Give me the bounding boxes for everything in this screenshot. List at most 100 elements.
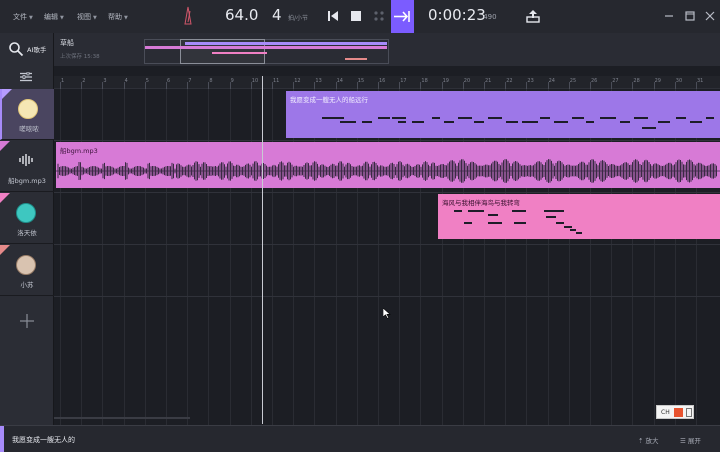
ruler-label: 15 — [357, 78, 365, 84]
ruler-label: 8 — [209, 78, 213, 84]
track-head-3[interactable]: 洛天依 — [0, 193, 54, 244]
note-block — [512, 210, 526, 212]
note-block — [522, 121, 538, 123]
track-head-1[interactable]: 嗟哝哝 — [0, 89, 54, 140]
track-color-marker — [2, 89, 12, 99]
note-block — [620, 121, 630, 123]
note-block — [378, 117, 390, 119]
avatar — [16, 203, 36, 223]
stop-icon[interactable] — [349, 9, 363, 23]
ai-singer-button[interactable]: AI歌手 — [0, 33, 54, 66]
ime-options-icon — [686, 408, 692, 417]
menu-edit[interactable]: 编辑 ▼ — [44, 12, 64, 22]
expand-button[interactable]: ☰ 展开 — [680, 435, 701, 445]
metronome-icon[interactable] — [183, 6, 193, 26]
ruler-tick — [356, 82, 358, 89]
ruler-tick — [123, 82, 125, 89]
ruler-label: 27 — [612, 78, 619, 84]
ruler-label: 24 — [548, 78, 555, 84]
vocal-clip-3[interactable]: 海风与我相伴海鸟与我转弯 — [438, 194, 720, 239]
ruler-tick — [144, 82, 146, 89]
note-block — [570, 229, 576, 231]
overview-track-3 — [212, 52, 267, 54]
export-icon[interactable] — [526, 9, 540, 23]
note-block — [572, 117, 584, 119]
skip-to-start-icon[interactable] — [326, 9, 340, 23]
selected-clip-title: 我愿变成一艘无人的 — [12, 436, 75, 444]
ruler-tick — [632, 82, 634, 89]
ruler-tick — [60, 82, 61, 89]
ruler-tick — [462, 82, 464, 89]
horizontal-scrollbar[interactable] — [54, 417, 190, 419]
ruler-tick — [653, 82, 655, 89]
ruler-tick — [187, 82, 189, 89]
note-block — [576, 232, 582, 234]
ruler-label: 18 — [421, 78, 428, 84]
vocal-clip-1[interactable]: 我愿变成一艘无人的船远行 — [286, 91, 720, 138]
overview-minimap[interactable] — [144, 39, 389, 64]
note-block — [634, 117, 648, 119]
ruler-label: 21 — [485, 78, 492, 84]
note-block — [676, 117, 686, 119]
close-icon[interactable] — [705, 11, 715, 21]
ruler-label: 26 — [591, 78, 598, 84]
ruler-label: 13 — [315, 78, 322, 84]
ruler-label: 7 — [188, 78, 192, 84]
last-saved: 上次保存 15:38 — [60, 54, 100, 60]
overview-track-2 — [145, 46, 387, 49]
note-block — [432, 117, 440, 119]
note-block — [544, 210, 564, 212]
grid-hline — [54, 296, 720, 297]
playhead[interactable] — [262, 76, 263, 424]
maximize-icon[interactable] — [685, 11, 695, 21]
add-track-icon[interactable] — [19, 313, 35, 329]
ime-indicator[interactable]: CH — [656, 405, 694, 419]
ruler-tick — [229, 82, 231, 89]
ruler-tick — [420, 82, 422, 89]
grid-hline — [54, 140, 720, 141]
menu-help[interactable]: 帮助 ▼ — [108, 12, 128, 22]
beats-value[interactable]: 4 — [272, 6, 282, 24]
ruler-label: 20 — [463, 78, 471, 84]
time-ms: .490 — [481, 13, 497, 21]
ruler-tick — [505, 82, 507, 89]
timeline-ruler[interactable]: 1 2 3 4 5 6 7 8 9 10 11 12 13 14 15 16 17 18 19 20 21 22 23 24 2… — [54, 76, 720, 89]
note-block — [454, 210, 462, 212]
ruler-label: 6 — [167, 78, 171, 84]
track-head-2[interactable]: 船bgm.mp3 — [0, 141, 54, 192]
track-color-marker — [0, 193, 10, 203]
arrangement-editor[interactable]: 我愿变成一艘无人的船远行 船bgm.mp3 海风与我相伴海鸟与我转弯 — [54, 89, 720, 425]
track-color-marker — [0, 141, 10, 151]
note-block — [392, 117, 406, 119]
minimize-icon[interactable] — [664, 11, 674, 21]
ruler-label: 4 — [124, 78, 128, 84]
overview-track-4 — [345, 58, 367, 60]
grid-dots-icon[interactable] — [372, 9, 386, 23]
mixer-icon[interactable] — [20, 72, 32, 82]
snap-button[interactable] — [391, 0, 414, 33]
ruler-label: 23 — [527, 78, 534, 84]
note-block — [474, 121, 484, 123]
note-block — [488, 117, 502, 119]
track-head-4[interactable]: 小苏 — [0, 245, 54, 296]
menu-view[interactable]: 视图 ▼ — [77, 12, 97, 22]
note-block — [506, 121, 518, 123]
bottom-bar: 我愿变成一艘无人的 ⇡ 放大 ☰ 展开 — [0, 425, 720, 452]
tempo-value[interactable]: 64.0 — [225, 6, 258, 24]
beats-unit: 拍/小节 — [288, 15, 309, 22]
ruler-tick — [590, 82, 591, 89]
ruler-tick — [81, 82, 83, 89]
ruler-tick — [314, 82, 316, 89]
ruler-tick — [272, 82, 273, 89]
note-block — [564, 226, 572, 228]
ruler-label: 30 — [675, 78, 683, 84]
track-label: 小苏 — [20, 281, 34, 289]
ai-singer-search-icon — [9, 42, 24, 57]
menu-file[interactable]: 文件 ▼ — [13, 12, 33, 22]
ruler-tick — [568, 82, 570, 89]
audio-clip-bgm[interactable]: 船bgm.mp3 — [56, 142, 720, 188]
zoom-button[interactable]: ⇡ 放大 — [638, 435, 659, 445]
ruler-tick — [166, 82, 167, 89]
track-label: 嗟哝哝 — [19, 125, 39, 133]
app-window: 文件 ▼ 编辑 ▼ 视图 ▼ 帮助 ▼ 64.0 4 拍/小节 0:00:23 … — [0, 0, 720, 452]
